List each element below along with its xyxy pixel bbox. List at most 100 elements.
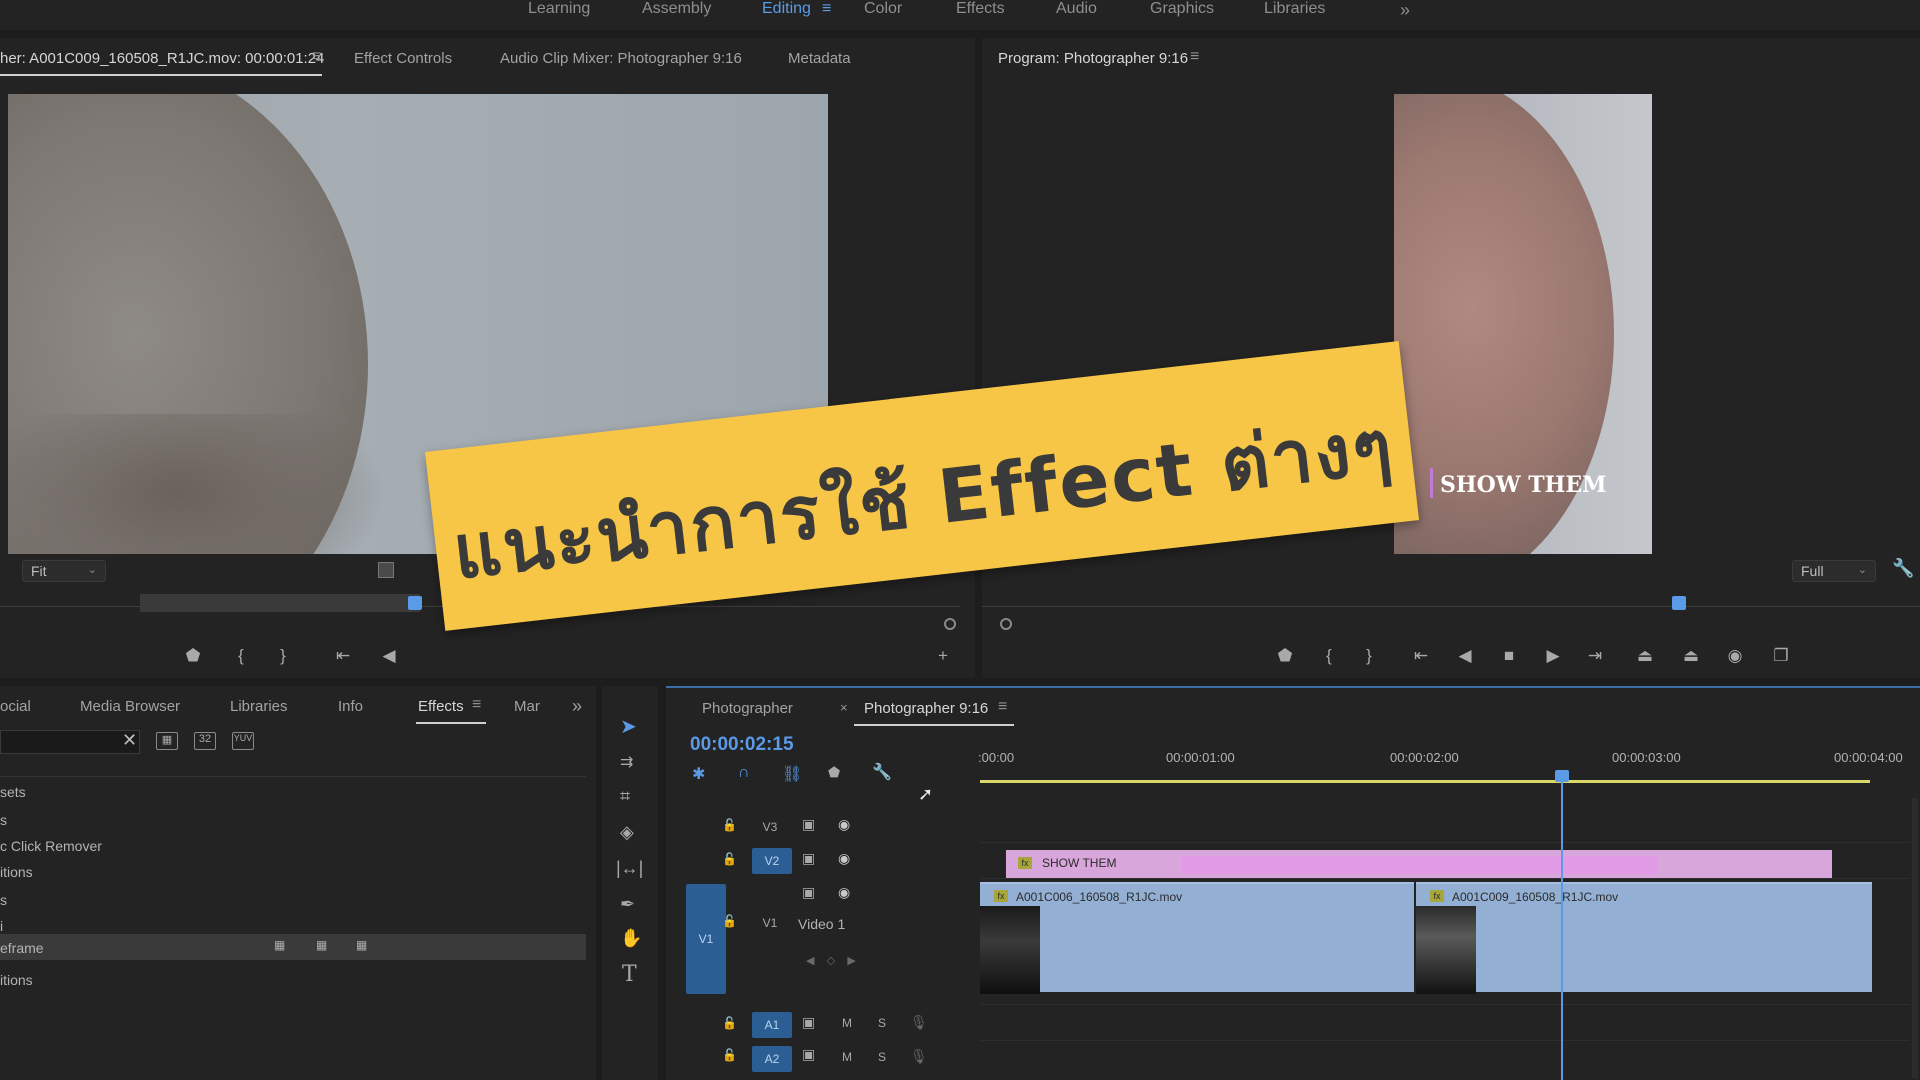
mark-in-icon[interactable]: { [228,646,254,666]
tab-metadata[interactable]: Metadata [788,50,851,67]
clip-video-a001c009[interactable]: fx A001C009_160508_R1JC.mov [1416,882,1872,994]
add-marker-icon[interactable]: ⬟ [180,646,206,666]
clear-search-icon[interactable]: ✕ [122,730,137,751]
eye-icon[interactable]: ◉ [838,884,850,901]
tab-effect-controls[interactable]: Effect Controls [354,50,452,67]
lock-icon[interactable]: 🔓 [722,852,737,866]
solo-button[interactable]: S [878,1050,886,1064]
track-label-a2[interactable]: A2 [752,1046,792,1072]
step-forward-icon[interactable]: ▶ [1540,646,1566,666]
eye-icon[interactable]: ◉ [838,816,850,833]
editing-menu-icon[interactable]: ≡ [822,0,831,18]
mute-button[interactable]: M [842,1050,852,1064]
workspace-tab-effects[interactable]: Effects [956,0,1005,18]
program-video-frame[interactable]: SHOW THEM [1394,94,1652,554]
workspace-tab-color[interactable]: Color [864,0,902,18]
step-back-icon[interactable]: ◀ [376,646,402,666]
close-tab-icon[interactable]: × [840,700,848,715]
export-frame-icon[interactable]: ◉ [1722,646,1748,666]
add-button-icon[interactable]: + [930,646,956,666]
effects-list-item[interactable]: itions [0,864,33,880]
type-tool-icon[interactable]: T [622,962,637,987]
source-playhead[interactable] [408,596,422,610]
32bit-effects-icon[interactable]: 32 [194,732,216,750]
mic-icon[interactable]: 🎙 [910,1014,928,1031]
timeline-tab-photographer[interactable]: Photographer [702,700,793,717]
nest-toggle-icon[interactable]: ✱ [692,764,705,784]
linked-selection-icon[interactable]: ⛓ [782,764,802,784]
effects-list-item[interactable]: i [0,918,3,934]
workspace-tab-learning[interactable]: Learning [528,0,590,18]
pen-tool-icon[interactable]: ✒ [620,894,635,915]
workspace-overflow-button[interactable]: » [1400,0,1410,21]
effects-search-input[interactable] [0,730,140,754]
workspace-tab-libraries[interactable]: Libraries [1264,0,1325,18]
go-to-in-icon[interactable]: ⇤ [1408,646,1434,666]
mute-button[interactable]: M [842,1016,852,1030]
timeline-timecode[interactable]: 00:00:02:15 [690,734,794,756]
slip-tool-icon[interactable]: |↔| [616,858,643,879]
toggle-sync-lock-icon[interactable]: ▣ [802,1014,815,1031]
source-zoom-dropdown[interactable]: Fit ⌄ [22,560,106,582]
effects-list-item[interactable]: s [0,892,7,908]
track-label-v2[interactable]: V2 [752,848,792,874]
toggle-sync-lock-icon[interactable]: ▣ [802,1046,815,1063]
program-zoom-dropdown[interactable]: Full ⌄ [1792,560,1876,582]
source-scroll-handle[interactable] [944,618,956,630]
timeline-settings-icon[interactable]: 🔧 [872,762,892,782]
track-label-v1[interactable]: V1 [758,916,782,930]
go-to-in-icon[interactable]: ⇤ [330,646,356,666]
stop-icon[interactable]: ■ [1496,646,1522,666]
effects-list-item[interactable]: itions [0,972,33,988]
wrench-icon[interactable]: 🔧 [1892,558,1914,579]
mark-out-icon[interactable]: } [270,646,296,666]
program-title[interactable]: Program: Photographer 9:16 [998,50,1188,67]
work-area-bar[interactable] [980,780,1870,783]
tab-effects[interactable]: Effects [418,698,464,715]
clip-video-a001c006[interactable]: fx A001C006_160508_R1JC.mov [980,882,1414,994]
selection-tool-icon[interactable]: ➤ [620,714,637,739]
tab-info[interactable]: Info [338,698,363,715]
step-back-icon[interactable]: ◀ [1452,646,1478,666]
comparison-view-icon[interactable]: ❐ [1768,646,1794,666]
accelerated-effects-icon[interactable]: ▦ [156,732,178,750]
tab-media-browser[interactable]: Media Browser [80,698,180,715]
effects-list-item[interactable]: sets [0,784,26,800]
workspace-tab-assembly[interactable]: Assembly [642,0,711,18]
track-label-v3[interactable]: V3 [758,820,782,834]
workspace-tab-graphics[interactable]: Graphics [1150,0,1214,18]
program-scroll-handle[interactable] [1000,618,1012,630]
effects-menu-icon[interactable]: ≡ [472,696,481,714]
program-playhead[interactable] [1672,596,1686,610]
source-in-out-range[interactable] [140,594,420,612]
effects-list-item-selected[interactable]: eframe ▦ ▦ ▦ [0,934,586,960]
timeline-ruler[interactable]: :00:00 00:00:01:00 00:00:02:00 00:00:03:… [978,748,1920,768]
timeline-playhead-line[interactable] [1561,780,1563,1080]
go-to-out-icon[interactable]: ⇥ [1582,646,1608,666]
lock-icon[interactable]: 🔓 [722,1048,737,1062]
tab-audio-clip-mixer[interactable]: Audio Clip Mixer: Photographer 9:16 [500,50,742,67]
mark-in-icon[interactable]: { [1316,646,1342,666]
extract-icon[interactable]: ⏏ [1678,646,1704,666]
lift-icon[interactable]: ⏏ [1632,646,1658,666]
eye-icon[interactable]: ◉ [838,850,850,867]
toggle-sync-lock-icon[interactable]: ▣ [802,884,815,901]
timeline-vertical-scrollbar[interactable] [1912,798,1918,1078]
ripple-edit-tool-icon[interactable]: ⌗ [620,786,630,807]
yuv-effects-icon[interactable]: YUV [232,732,254,750]
lock-icon[interactable]: 🔓 [722,914,737,928]
source-menu-icon[interactable]: ≡ [312,48,321,66]
toggle-sync-lock-icon[interactable]: ▣ [802,816,815,833]
panel-overflow-button[interactable]: » [572,696,582,717]
timeline-menu-icon[interactable]: ≡ [998,698,1007,716]
program-menu-icon[interactable]: ≡ [1190,48,1199,66]
tab-libraries[interactable]: Libraries [230,698,288,715]
lock-icon[interactable]: 🔓 [722,818,737,832]
track-select-tool-icon[interactable]: ⇉ [620,752,633,772]
tab-source[interactable]: her: A001C009_160508_R1JC.mov: 00:00:01:… [0,50,324,67]
quality-settings-icon[interactable] [378,562,394,578]
tab-markers[interactable]: Mar [514,698,540,715]
lock-icon[interactable]: 🔓 [722,1016,737,1030]
source-patch-v1[interactable]: V1 [686,884,726,994]
snap-icon[interactable]: ∩ [738,764,750,782]
